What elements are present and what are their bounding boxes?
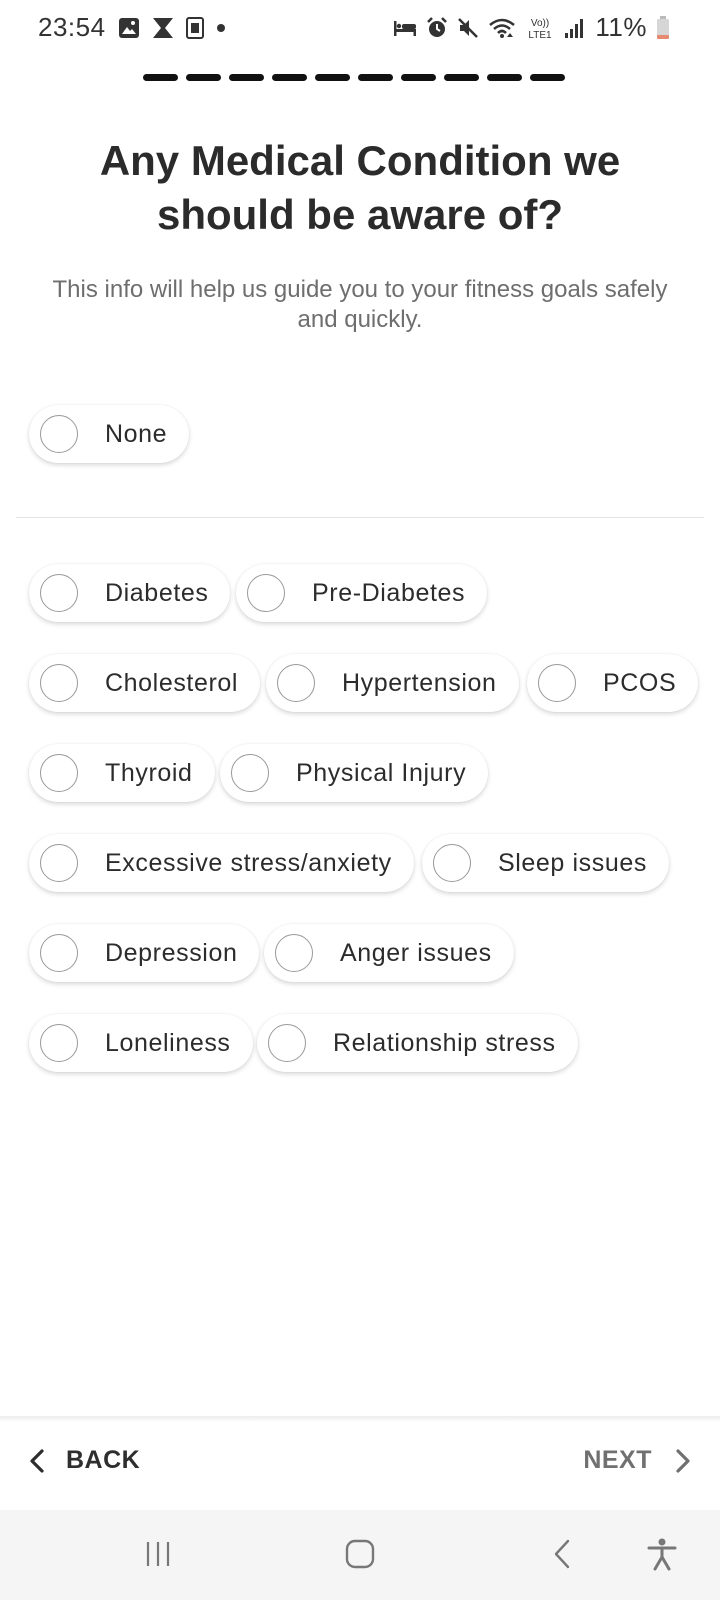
bed-icon	[393, 18, 417, 38]
system-nav-bar	[0, 1510, 720, 1600]
radio-button[interactable]	[231, 754, 269, 792]
radio-button[interactable]	[40, 1024, 78, 1062]
radio-button[interactable]	[40, 574, 78, 612]
progress-step	[487, 74, 522, 81]
battery-percent: 11%	[595, 12, 647, 42]
next-button[interactable]: NEXT	[583, 1446, 692, 1475]
svg-text:LTE1: LTE1	[529, 30, 553, 41]
option-label: Pre-Diabetes	[312, 578, 466, 607]
option-label: None	[105, 419, 168, 448]
option-label: Cholesterol	[105, 668, 239, 697]
progress-step	[444, 74, 479, 81]
option-label: Loneliness	[105, 1028, 231, 1057]
option-loneliness[interactable]: Loneliness	[29, 1014, 253, 1072]
svg-text:Vo)): Vo))	[531, 18, 549, 29]
option-label: Depression	[105, 938, 238, 967]
progress-step	[358, 74, 393, 81]
alarm-icon	[426, 16, 448, 39]
progress-step	[315, 74, 350, 81]
option-pcos[interactable]: PCOS	[527, 654, 699, 712]
accessibility-icon[interactable]	[640, 1532, 684, 1576]
option-label: PCOS	[603, 668, 677, 697]
status-bar: 23:54 Vo)) LTE1 11%	[0, 0, 720, 54]
radio-button[interactable]	[40, 934, 78, 972]
option-sleep-issues[interactable]: Sleep issues	[422, 834, 669, 892]
chevron-left-icon	[28, 1448, 46, 1474]
option-relationship-stress[interactable]: Relationship stress	[257, 1014, 578, 1072]
option-label: Hypertension	[342, 668, 497, 697]
status-left: 23:54	[38, 12, 226, 43]
page-title: Any Medical Condition we should be aware…	[99, 137, 621, 238]
next-label: NEXT	[583, 1446, 652, 1474]
signal-icon	[564, 17, 586, 39]
option-pre-diabetes[interactable]: Pre-Diabetes	[236, 564, 488, 622]
progress-step	[186, 74, 221, 81]
option-label: Anger issues	[340, 938, 492, 967]
progress-step	[229, 74, 264, 81]
option-label: Thyroid	[105, 758, 193, 787]
progress-step	[401, 74, 436, 81]
option-excessive-stress[interactable]: Excessive stress/anxiety	[29, 834, 414, 892]
option-thyroid[interactable]: Thyroid	[29, 744, 215, 802]
option-label: Sleep issues	[498, 848, 647, 877]
bottom-nav: BACK NEXT	[0, 1422, 720, 1510]
keyboard-icon	[185, 16, 204, 39]
option-diabetes[interactable]: Diabetes	[29, 564, 231, 622]
dot-icon	[216, 23, 226, 33]
divider	[16, 517, 704, 518]
status-right: Vo)) LTE1 11%	[393, 12, 670, 43]
radio-button[interactable]	[538, 664, 576, 702]
option-hypertension[interactable]: Hypertension	[266, 654, 519, 712]
hourglass-icon	[152, 17, 174, 39]
radio-button[interactable]	[40, 754, 78, 792]
recents-icon[interactable]	[136, 1532, 180, 1576]
option-cholesterol[interactable]: Cholesterol	[29, 654, 261, 712]
chevron-right-icon	[674, 1448, 692, 1474]
option-anger-issues[interactable]: Anger issues	[264, 924, 514, 982]
radio-button[interactable]	[277, 664, 315, 702]
option-label: Diabetes	[105, 578, 209, 607]
radio-button[interactable]	[433, 844, 471, 882]
option-label: Excessive stress/anxiety	[105, 848, 392, 877]
volte-icon: Vo)) LTE1	[525, 15, 555, 41]
progress-indicator	[143, 74, 565, 81]
page-subtitle: This info will help us guide you to your…	[52, 276, 668, 333]
mute-icon	[457, 17, 479, 39]
radio-button[interactable]	[40, 664, 78, 702]
status-time: 23:54	[38, 12, 106, 42]
option-depression[interactable]: Depression	[29, 924, 260, 982]
progress-step	[143, 74, 178, 81]
home-icon[interactable]	[338, 1532, 382, 1576]
radio-button[interactable]	[275, 934, 313, 972]
radio-button[interactable]	[247, 574, 285, 612]
option-label: Physical Injury	[296, 758, 467, 787]
back-icon[interactable]	[540, 1532, 584, 1576]
option-label: Relationship stress	[333, 1028, 556, 1057]
radio-button[interactable]	[268, 1024, 306, 1062]
gallery-icon	[118, 17, 140, 39]
battery-icon	[656, 15, 670, 40]
radio-button[interactable]	[40, 415, 78, 453]
progress-step	[272, 74, 307, 81]
progress-step	[530, 74, 565, 81]
radio-button[interactable]	[40, 844, 78, 882]
option-none[interactable]: None	[29, 405, 190, 463]
option-physical-injury[interactable]: Physical Injury	[220, 744, 489, 802]
back-label: BACK	[66, 1446, 141, 1474]
wifi-icon	[488, 17, 516, 39]
back-button[interactable]: BACK	[28, 1446, 140, 1475]
